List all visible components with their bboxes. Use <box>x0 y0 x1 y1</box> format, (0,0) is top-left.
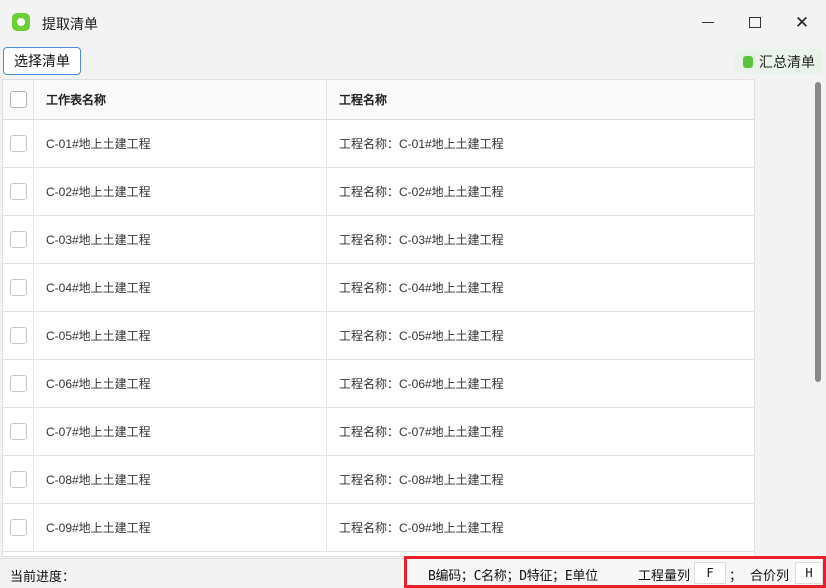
row-checkbox[interactable] <box>10 279 27 296</box>
header-sheet-name[interactable]: 工作表名称 <box>34 80 327 119</box>
project-name: 工程名称：C-06#地上土建工程 <box>339 377 504 391</box>
scrollbar-thumb[interactable] <box>815 82 821 382</box>
row-checkbox[interactable] <box>10 183 27 200</box>
table-row[interactable]: C-01#地上土建工程 工程名称：C-01#地上土建工程 <box>3 120 754 168</box>
project-name-cell: 工程名称：C-03#地上土建工程 <box>327 216 754 263</box>
quantity-column-label: 工程量列 <box>638 568 691 583</box>
sheet-name-cell: C-05#地上土建工程 <box>34 312 327 359</box>
row-checkbox[interactable] <box>10 375 27 392</box>
project-name-cell: 工程名称：C-08#地上土建工程 <box>327 456 754 503</box>
row-check-cell <box>3 504 34 551</box>
sheet-name-cell: C-07#地上土建工程 <box>34 408 327 455</box>
table-row[interactable]: C-09#地上土建工程 工程名称：C-09#地上土建工程 <box>3 504 754 552</box>
table-row[interactable]: C-02#地上土建工程 工程名称：C-02#地上土建工程 <box>3 168 754 216</box>
price-column-label: 合价列 <box>750 568 790 583</box>
sheet-name-cell: C-03#地上土建工程 <box>34 216 327 263</box>
project-name: 工程名称：C-02#地上土建工程 <box>339 185 504 199</box>
quantity-column-input[interactable] <box>694 562 726 584</box>
select-all-cell <box>3 80 34 119</box>
row-check-cell <box>3 360 34 407</box>
project-name: 工程名称：C-03#地上土建工程 <box>339 233 504 247</box>
sheet-name: C-08#地上土建工程 <box>46 473 151 487</box>
select-list-button[interactable]: 选择清单 <box>3 47 81 75</box>
project-name: 工程名称：C-09#地上土建工程 <box>339 521 504 535</box>
row-check-cell <box>3 168 34 215</box>
row-checkbox[interactable] <box>10 231 27 248</box>
sheet-name-cell: C-01#地上土建工程 <box>34 120 327 167</box>
project-name-cell: 工程名称：C-05#地上土建工程 <box>327 312 754 359</box>
table-header-row: 工作表名称 工程名称 <box>3 80 754 120</box>
window-title: 提取清单 <box>42 16 98 32</box>
row-check-cell <box>3 408 34 455</box>
progress-label: 当前进度： <box>10 569 76 584</box>
row-checkbox[interactable] <box>10 327 27 344</box>
row-check-cell <box>3 120 34 167</box>
sheet-name: C-02#地上土建工程 <box>46 185 151 199</box>
row-checkbox[interactable] <box>10 471 27 488</box>
project-name: 工程名称：C-08#地上土建工程 <box>339 473 504 487</box>
sheet-name-cell: C-02#地上土建工程 <box>34 168 327 215</box>
app-logo-icon <box>12 13 30 31</box>
table-row[interactable]: C-05#地上土建工程 工程名称：C-05#地上土建工程 <box>3 312 754 360</box>
select-all-checkbox[interactable] <box>10 91 27 108</box>
separator: ； <box>729 568 743 583</box>
row-checkbox[interactable] <box>10 135 27 152</box>
maximize-button[interactable] <box>735 6 775 38</box>
column-legend: B编码；C名称；D特征；E单位 <box>428 569 598 584</box>
sheet-name: C-09#地上土建工程 <box>46 521 151 535</box>
project-name: 工程名称：C-04#地上土建工程 <box>339 281 504 295</box>
row-check-cell <box>3 216 34 263</box>
title-bar: 提取清单 ✕ <box>0 0 826 44</box>
sheet-name-cell: C-04#地上土建工程 <box>34 264 327 311</box>
row-checkbox[interactable] <box>10 423 27 440</box>
sheet-name-cell: C-06#地上土建工程 <box>34 360 327 407</box>
project-name-cell: 工程名称：C-02#地上土建工程 <box>327 168 754 215</box>
project-name: 工程名称：C-05#地上土建工程 <box>339 329 504 343</box>
sheet-name-cell: C-08#地上土建工程 <box>34 456 327 503</box>
project-name-cell: 工程名称：C-09#地上土建工程 <box>327 504 754 551</box>
project-name-cell: 工程名称：C-06#地上土建工程 <box>327 360 754 407</box>
table-row[interactable]: C-06#地上土建工程 工程名称：C-06#地上土建工程 <box>3 360 754 408</box>
table-row[interactable]: C-08#地上土建工程 工程名称：C-08#地上土建工程 <box>3 456 754 504</box>
price-column-input[interactable] <box>795 562 823 584</box>
summary-list-button[interactable]: 汇总清单 <box>735 49 823 74</box>
minimize-icon <box>702 21 714 23</box>
maximize-icon <box>749 16 761 28</box>
sheet-name: C-04#地上土建工程 <box>46 281 151 295</box>
project-name: 工程名称：C-01#地上土建工程 <box>339 137 504 151</box>
close-button[interactable]: ✕ <box>782 6 822 38</box>
project-name-cell: 工程名称：C-04#地上土建工程 <box>327 264 754 311</box>
sheet-name: C-01#地上土建工程 <box>46 137 151 151</box>
sheet-table: 工作表名称 工程名称 C-01#地上土建工程 工程名称：C-01#地上土建工程 … <box>2 79 755 557</box>
project-name-cell: 工程名称：C-07#地上土建工程 <box>327 408 754 455</box>
row-check-cell <box>3 312 34 359</box>
summary-list-label: 汇总清单 <box>759 53 815 70</box>
table-row[interactable]: C-04#地上土建工程 工程名称：C-04#地上土建工程 <box>3 264 754 312</box>
sheet-name: C-06#地上土建工程 <box>46 377 151 391</box>
excel-icon <box>743 55 753 68</box>
sheet-name: C-05#地上土建工程 <box>46 329 151 343</box>
sheet-name: C-07#地上土建工程 <box>46 425 151 439</box>
table-row[interactable]: C-07#地上土建工程 工程名称：C-07#地上土建工程 <box>3 408 754 456</box>
row-check-cell <box>3 456 34 503</box>
project-name: 工程名称：C-07#地上土建工程 <box>339 425 504 439</box>
sheet-name: C-03#地上土建工程 <box>46 233 151 247</box>
table-row[interactable]: C-03#地上土建工程 工程名称：C-03#地上土建工程 <box>3 216 754 264</box>
header-project-name[interactable]: 工程名称 <box>327 80 754 119</box>
row-checkbox[interactable] <box>10 519 27 536</box>
project-name-cell: 工程名称：C-01#地上土建工程 <box>327 120 754 167</box>
row-check-cell <box>3 264 34 311</box>
close-icon: ✕ <box>794 12 810 32</box>
minimize-button[interactable] <box>688 6 728 38</box>
sheet-name-cell: C-09#地上土建工程 <box>34 504 327 551</box>
